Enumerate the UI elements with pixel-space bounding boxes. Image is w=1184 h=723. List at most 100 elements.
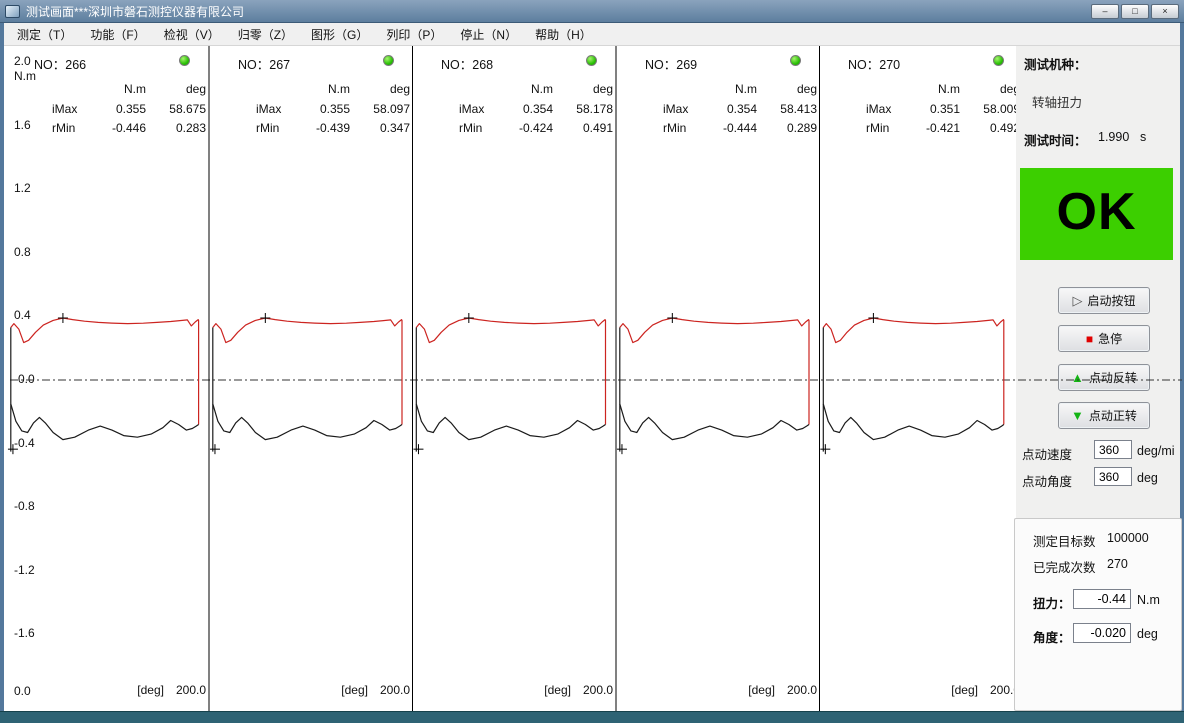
arrow-up-icon: ▲ — [1071, 372, 1084, 384]
emergency-stop-button[interactable]: ■ 急停 — [1058, 325, 1150, 352]
start-button-label: 启动按钮 — [1087, 292, 1135, 309]
test-time-label: 测试时间： — [1024, 130, 1087, 149]
window-title: 测试画面***深圳市磐石测控仪器有限公司 — [26, 3, 244, 20]
minimize-button[interactable]: – — [1091, 4, 1119, 19]
x-axis-end-value: 200.0 — [787, 683, 817, 697]
rmin-label: rMin — [663, 121, 686, 135]
jog-forward-label: 点动正转 — [1089, 407, 1137, 424]
jog-speed-unit: deg/mi — [1137, 444, 1175, 458]
arrow-down-icon: ▼ — [1071, 410, 1084, 422]
jog-angle-input[interactable] — [1094, 467, 1132, 486]
panel-no-label: NO：270 — [848, 54, 900, 73]
start-button[interactable]: ▷ 启动按钮 — [1058, 287, 1150, 314]
stats-panel: 测定目标数 100000 已完成次数 270 扭力： N.m 角度： deg — [1014, 518, 1182, 711]
menu-item-4[interactable]: 归零（Z） — [229, 23, 302, 46]
imax-deg-value: 58.413 — [755, 102, 817, 116]
angle-readout — [1073, 623, 1131, 643]
imax-deg-value: 58.675 — [144, 102, 206, 116]
menu-item-8[interactable]: 帮助（H） — [526, 23, 601, 46]
col-header-nm: N.m — [491, 82, 553, 96]
imax-deg-value: 58.097 — [348, 102, 410, 116]
col-header-deg: deg — [958, 82, 1020, 96]
play-icon: ▷ — [1072, 295, 1082, 307]
imax-label: iMax — [52, 102, 77, 116]
x-axis-end-value: 200.0 — [176, 683, 206, 697]
chart-area: N.m 0.0 2.01.61.20.80.4-0.0-0.4-0.8-1.2-… — [4, 46, 1016, 711]
angle-label: 角度： — [1033, 627, 1071, 646]
test-panel-3: NO：268N.mdegiMax0.35458.178rMin-0.4240.4… — [419, 46, 617, 711]
rmin-nm-value: -0.424 — [491, 121, 553, 135]
test-time-value: 1.990 — [1098, 130, 1129, 144]
col-header-deg: deg — [144, 82, 206, 96]
window-controls: – □ × — [1091, 4, 1179, 19]
test-panel-2: NO：267N.mdegiMax0.35558.097rMin-0.4390.3… — [216, 46, 414, 711]
torque-unit: N.m — [1137, 593, 1160, 607]
status-indicator-dot — [790, 55, 801, 66]
menubar: 测定（T）功能（F）检视（V）归零（Z）图形（G）列印（P）停止（N）帮助（H） — [4, 23, 1180, 46]
window-border-bottom — [0, 711, 1184, 723]
machine-type-label: 测试机种： — [1024, 54, 1087, 73]
jog-angle-label: 点动角度 — [1022, 471, 1072, 490]
status-indicator-dot — [179, 55, 190, 66]
maximize-button[interactable]: □ — [1121, 4, 1149, 19]
imax-nm-value: 0.354 — [491, 102, 553, 116]
x-axis-unit-label: [deg] — [137, 683, 164, 697]
test-panel-5: NO：270N.mdegiMax0.35158.009rMin-0.4210.4… — [826, 46, 1024, 711]
panel-no-label: NO：268 — [441, 54, 493, 73]
done-count-label: 已完成次数 — [1033, 557, 1096, 576]
rmin-deg-value: 0.491 — [551, 121, 613, 135]
rmin-label: rMin — [459, 121, 482, 135]
test-panel-4: NO：269N.mdegiMax0.35458.413rMin-0.4440.2… — [623, 46, 821, 711]
close-button[interactable]: × — [1151, 4, 1179, 19]
panel-no-label: NO：269 — [645, 54, 697, 73]
angle-unit: deg — [1137, 627, 1158, 641]
menu-item-2[interactable]: 功能（F） — [81, 23, 154, 46]
col-header-deg: deg — [348, 82, 410, 96]
rmin-label: rMin — [52, 121, 75, 135]
menu-item-1[interactable]: 测定（T） — [8, 23, 81, 46]
x-axis-end-value: 200.0 — [380, 683, 410, 697]
emergency-stop-label: 急停 — [1098, 330, 1122, 347]
rmin-deg-value: 0.283 — [144, 121, 206, 135]
stop-square-icon: ■ — [1086, 333, 1093, 345]
col-header-nm: N.m — [288, 82, 350, 96]
x-axis-unit-label: [deg] — [951, 683, 978, 697]
menu-item-7[interactable]: 停止（N） — [451, 23, 526, 46]
imax-label: iMax — [459, 102, 484, 116]
target-count-value: 100000 — [1107, 531, 1149, 545]
rmin-deg-value: 0.289 — [755, 121, 817, 135]
target-count-label: 测定目标数 — [1033, 531, 1096, 550]
rmin-label: rMin — [256, 121, 279, 135]
imax-deg-value: 58.009 — [958, 102, 1020, 116]
col-header-deg: deg — [755, 82, 817, 96]
app-icon — [5, 5, 20, 18]
machine-type-value: 转轴扭力 — [1032, 92, 1082, 111]
imax-nm-value: 0.355 — [288, 102, 350, 116]
status-indicator-dot — [383, 55, 394, 66]
x-axis-unit-label: [deg] — [544, 683, 571, 697]
menu-item-3[interactable]: 检视（V） — [155, 23, 229, 46]
imax-label: iMax — [663, 102, 688, 116]
imax-nm-value: 0.355 — [84, 102, 146, 116]
torque-readout — [1073, 589, 1131, 609]
col-header-nm: N.m — [898, 82, 960, 96]
test-time-unit: s — [1140, 130, 1146, 144]
x-axis-end-value: 200.0 — [583, 683, 613, 697]
jog-reverse-label: 点动反转 — [1089, 369, 1137, 386]
jog-forward-button[interactable]: ▼ 点动正转 — [1058, 402, 1150, 429]
col-header-nm: N.m — [84, 82, 146, 96]
torque-label: 扭力： — [1033, 593, 1071, 612]
menu-item-6[interactable]: 列印（P） — [377, 23, 451, 46]
panel-no-label: NO：266 — [34, 54, 86, 73]
jog-speed-label: 点动速度 — [1022, 444, 1072, 463]
jog-angle-unit: deg — [1137, 471, 1158, 485]
rmin-deg-value: 0.492 — [958, 121, 1020, 135]
app-window: 测试画面***深圳市磐石测控仪器有限公司 – □ × 测定（T）功能（F）检视（… — [0, 0, 1184, 723]
rmin-nm-value: -0.439 — [288, 121, 350, 135]
jog-reverse-button[interactable]: ▲ 点动反转 — [1058, 364, 1150, 391]
jog-speed-input[interactable] — [1094, 440, 1132, 459]
menu-item-5[interactable]: 图形（G） — [302, 23, 377, 46]
status-indicator-dot — [993, 55, 1004, 66]
col-header-nm: N.m — [695, 82, 757, 96]
status-indicator-dot — [586, 55, 597, 66]
